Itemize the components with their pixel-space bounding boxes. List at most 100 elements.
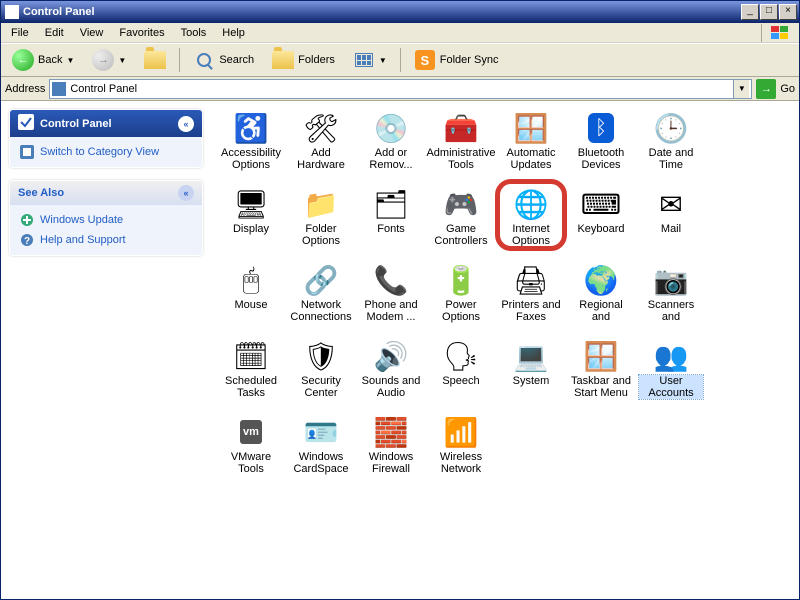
titlebar: Control Panel _ □ × xyxy=(1,1,799,23)
add-hardware-icon: 🛠 xyxy=(304,111,338,145)
app-item-label: Windows Firewall xyxy=(359,451,423,475)
app-item[interactable]: 🗓Scheduled Tasks xyxy=(217,337,285,401)
app-item[interactable]: ♿Accessibility Options xyxy=(217,109,285,173)
app-item[interactable]: vmVMware Tools xyxy=(217,413,285,477)
app-item[interactable]: 🖨Printers and Faxes xyxy=(497,261,565,325)
up-button[interactable] xyxy=(137,47,173,73)
display-icon: 🖥 xyxy=(234,187,268,221)
app-item-label: Accessibility Options xyxy=(219,147,283,171)
app-item[interactable]: 🔗Network Connections xyxy=(287,261,355,325)
address-input[interactable]: Control Panel ▼ xyxy=(49,79,752,99)
collapse-icon[interactable]: « xyxy=(178,185,194,201)
grid-spacer xyxy=(707,185,775,249)
link-windows-update[interactable]: Windows Update xyxy=(20,213,192,227)
power-options-icon: 🔋 xyxy=(444,263,478,297)
panel-see-also: See Also « Windows Update ? Help and Sup… xyxy=(9,180,203,256)
app-item[interactable]: ⌨Keyboard xyxy=(567,185,635,249)
icon-grid: ♿Accessibility Options🛠Add Hardware💿Add … xyxy=(217,109,793,477)
windows-flag-icon xyxy=(761,24,797,42)
app-item[interactable]: 🌍Regional and Language ... xyxy=(567,261,635,325)
panel-body-control-panel: Switch to Category View xyxy=(10,137,202,167)
menu-tools[interactable]: Tools xyxy=(173,25,215,41)
system-icon: 💻 xyxy=(514,339,548,373)
panel-title: Control Panel xyxy=(40,118,112,130)
app-item[interactable]: 🧱Windows Firewall xyxy=(357,413,425,477)
folder-sync-label: Folder Sync xyxy=(440,54,499,66)
app-item[interactable]: 🛡Security Center xyxy=(287,337,355,401)
views-icon xyxy=(353,49,375,71)
app-item[interactable]: 🎮Game Controllers xyxy=(427,185,495,249)
menu-edit[interactable]: Edit xyxy=(37,25,72,41)
app-item-label: Scheduled Tasks xyxy=(219,375,283,399)
app-item[interactable]: 🛠Add Hardware xyxy=(287,109,355,173)
app-item[interactable]: 🌐Internet Options xyxy=(497,185,565,249)
menu-file[interactable]: File xyxy=(3,25,37,41)
app-item[interactable]: 🪟Taskbar and Start Menu xyxy=(567,337,635,401)
svg-text:?: ? xyxy=(24,236,30,247)
app-item-label: Windows CardSpace xyxy=(289,451,353,475)
app-item[interactable]: 🗣Speech xyxy=(427,337,495,401)
app-item[interactable]: 🔋Power Options xyxy=(427,261,495,325)
bluetooth-devices-icon: ᛒ xyxy=(584,111,618,145)
app-item[interactable]: 🕒Date and Time xyxy=(637,109,705,173)
app-item-label: Internet Options xyxy=(499,223,563,247)
maximize-button[interactable]: □ xyxy=(760,4,778,20)
category-view-icon xyxy=(20,145,34,159)
app-item[interactable]: 💻 System xyxy=(497,337,565,401)
views-button[interactable]: ▼ xyxy=(346,47,394,73)
regional-and-language-icon: 🌍 xyxy=(584,263,618,297)
control-panel-header-icon xyxy=(18,114,34,133)
app-item-label: Scanners and Cameras xyxy=(639,299,703,323)
app-item[interactable]: 📶Wireless Network Set... xyxy=(427,413,495,477)
menu-view[interactable]: View xyxy=(72,25,112,41)
administrative-tools-icon: 🧰 xyxy=(444,111,478,145)
add-or-remov-icon: 💿 xyxy=(374,111,408,145)
app-item-label: Power Options xyxy=(429,299,493,323)
app-item[interactable]: 💿Add or Remov... xyxy=(357,109,425,173)
minimize-button[interactable]: _ xyxy=(741,4,759,20)
app-item[interactable]: 🪟Automatic Updates xyxy=(497,109,565,173)
app-item[interactable]: 🖥Display xyxy=(217,185,285,249)
grid-spacer xyxy=(707,337,775,401)
app-item[interactable]: 🪪Windows CardSpace xyxy=(287,413,355,477)
app-item-label: Printers and Faxes xyxy=(499,299,563,323)
app-item[interactable]: 📁Folder Options xyxy=(287,185,355,249)
go-button[interactable]: → xyxy=(756,79,776,99)
app-item-label: User Accounts xyxy=(639,375,703,399)
app-item[interactable]: 🖱Mouse xyxy=(217,261,285,325)
app-item[interactable]: 🗂Fonts xyxy=(357,185,425,249)
app-item[interactable]: 🧰Administrative Tools xyxy=(427,109,495,173)
folders-button[interactable]: Folders xyxy=(265,47,342,73)
back-dropdown-icon[interactable]: ▼ xyxy=(66,56,74,65)
views-dropdown-icon[interactable]: ▼ xyxy=(379,56,387,65)
app-item[interactable]: 📞Phone and Modem ... xyxy=(357,261,425,325)
link-help-support[interactable]: ? Help and Support xyxy=(20,233,192,247)
link-label: Switch to Category View xyxy=(40,146,159,158)
collapse-icon[interactable]: « xyxy=(178,116,194,132)
phone-and-modem-icon: 📞 xyxy=(374,263,408,297)
menu-help[interactable]: Help xyxy=(214,25,253,41)
app-item[interactable]: ✉Mail xyxy=(637,185,705,249)
search-button[interactable]: Search xyxy=(186,47,261,73)
app-item[interactable]: ᛒBluetooth Devices xyxy=(567,109,635,173)
folder-sync-button[interactable]: S Folder Sync xyxy=(407,47,506,73)
app-item-label: Folder Options xyxy=(289,223,353,247)
back-button[interactable]: ← Back ▼ xyxy=(5,47,81,73)
app-item-label: Game Controllers xyxy=(429,223,493,247)
app-item[interactable]: 👥User Accounts xyxy=(637,337,705,401)
close-button[interactable]: × xyxy=(779,4,797,20)
address-dropdown-icon[interactable]: ▼ xyxy=(733,80,749,98)
content-area: ♿Accessibility Options🛠Add Hardware💿Add … xyxy=(211,101,799,599)
panel-header-see-also[interactable]: See Also « xyxy=(10,181,202,205)
app-icon xyxy=(5,5,19,19)
address-value: Control Panel xyxy=(70,83,729,95)
app-item[interactable]: 📷Scanners and Cameras xyxy=(637,261,705,325)
toolbar-separator xyxy=(179,48,180,72)
app-item-label: Keyboard xyxy=(577,223,624,235)
menu-favorites[interactable]: Favorites xyxy=(111,25,172,41)
panel-header-control-panel[interactable]: Control Panel « xyxy=(10,110,202,137)
link-switch-category-view[interactable]: Switch to Category View xyxy=(20,145,192,159)
app-item[interactable]: 🔊Sounds and Audio Devices xyxy=(357,337,425,401)
app-item-label: System xyxy=(513,375,550,387)
app-item-label: Wireless Network Set... xyxy=(429,451,493,475)
